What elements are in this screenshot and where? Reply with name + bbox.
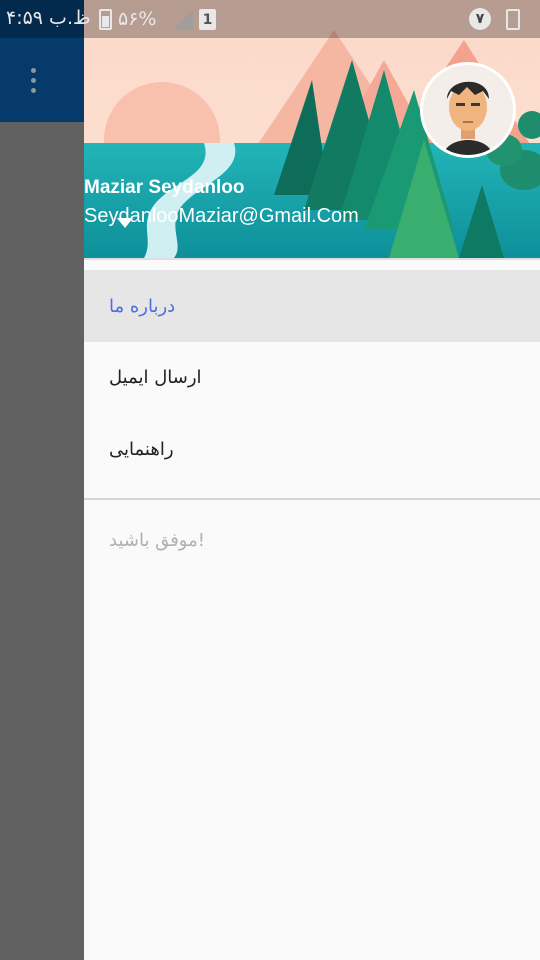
menu-item-about[interactable]: درباره ما	[84, 270, 540, 342]
avatar-icon	[423, 65, 513, 155]
phone-icon	[506, 9, 520, 30]
menu-item-help[interactable]: راهنمایی	[84, 413, 540, 485]
navigation-drawer: Maziar Seydanloo SeydanlooMaziar@Gmail.C…	[84, 0, 540, 960]
status-bar: ۴:۵۹ ب.ظ ۵۶% 1 ۷	[0, 0, 540, 38]
footer-text: موفق باشید!	[109, 530, 205, 551]
sim-slot-badge: 1	[199, 9, 216, 30]
battery-charging-icon	[99, 9, 112, 30]
avatar[interactable]	[420, 62, 516, 158]
menu-item-label: راهنمایی	[109, 438, 174, 460]
header-divider	[84, 258, 540, 260]
more-vert-icon[interactable]	[18, 62, 48, 98]
menu-item-send-email[interactable]: ارسال ایمیل	[84, 341, 540, 413]
arrow-drop-down-icon[interactable]	[117, 218, 133, 228]
menu-item-label: ارسال ایمیل	[109, 366, 202, 388]
notification-count-badge: ۷	[469, 8, 491, 30]
menu-item-label: درباره ما	[109, 295, 176, 317]
battery-percent: ۵۶%	[118, 8, 157, 30]
section-divider	[84, 498, 540, 500]
signal-icon	[173, 10, 193, 30]
status-time: ۴:۵۹ ب.ظ	[6, 7, 91, 29]
drawer-header: Maziar Seydanloo SeydanlooMaziar@Gmail.C…	[84, 0, 540, 258]
user-name: Maziar Seydanloo	[84, 177, 245, 198]
